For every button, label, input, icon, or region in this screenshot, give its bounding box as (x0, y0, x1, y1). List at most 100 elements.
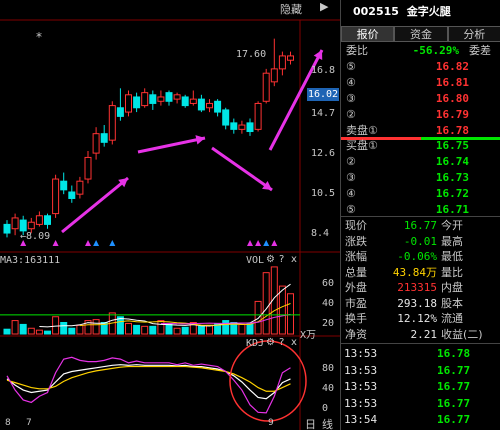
sell-price: 16.82 (435, 60, 469, 73)
info-label-2: 今开 (441, 219, 463, 232)
vol-unit-label: X万 (300, 330, 317, 341)
volume-bar (141, 325, 149, 335)
kdj-axis-label: 80 (322, 363, 335, 374)
tab-quote[interactable]: 报价 (341, 26, 395, 42)
vol-axis-label: 60 (322, 278, 335, 289)
info-label-2: 内盘 (441, 281, 463, 294)
info-value: 16.77 (403, 219, 437, 232)
sell-price: 16.79 (435, 108, 469, 121)
quote-info-row: 总量 43.84万 量比 (341, 265, 500, 280)
buy-price: 16.74 (435, 155, 469, 168)
candle-body (222, 109, 230, 126)
gear-icon[interactable]: ⚙ (266, 254, 275, 265)
volume-bar (44, 330, 51, 335)
kdj-indicator-label[interactable]: KDJ (246, 338, 264, 349)
signal-marker (271, 240, 278, 246)
price-axis-label: 14.7 (311, 108, 336, 119)
info-label: 涨跌 (345, 234, 367, 248)
volume-bar (246, 322, 254, 335)
low-price-label: ←8.09 (20, 231, 51, 242)
stock-header: 002515 金字火腿 (341, 0, 500, 24)
sell-row[interactable]: ③ 16.80 (341, 91, 500, 107)
info-value: 213315 (397, 281, 437, 294)
tick-price: 16.77 (437, 363, 471, 377)
info-value: 43.84万 (392, 265, 437, 279)
signal-marker (255, 240, 262, 246)
candle-body (238, 124, 246, 130)
period-day-button[interactable]: 日 (305, 416, 316, 430)
close-icon[interactable]: x (291, 337, 297, 348)
volume-bar (92, 319, 100, 335)
quote-info-row: 市盈 293.18 股本 (341, 296, 500, 311)
signal-marker (109, 240, 116, 246)
quote-info-row: 外盘 213315 内盘 (341, 280, 500, 295)
buy-row[interactable]: ② 16.74 (341, 154, 500, 170)
period-line-button[interactable]: 线 (322, 416, 333, 430)
quote-info-row: 换手 12.12% 流通 (341, 311, 500, 326)
vol-axis-label: 20 (322, 318, 335, 329)
close-icon[interactable]: x (291, 254, 297, 265)
hide-button[interactable]: 隐藏 (280, 1, 302, 17)
stock-code: 002515 (353, 5, 399, 18)
info-label: 外盘 (345, 281, 367, 294)
vol-indicator-label[interactable]: VOL (246, 255, 264, 266)
candle-body (165, 92, 173, 102)
volume-bar (238, 323, 246, 335)
candle-body (189, 98, 197, 104)
volume-bar (173, 327, 181, 335)
price-axis-label: 10.5 (311, 188, 336, 199)
candle-body (11, 217, 19, 230)
candle-body (157, 96, 165, 102)
info-value: -0.06% (397, 250, 437, 263)
tab-funds[interactable]: 资金 (394, 26, 448, 42)
candle-body (19, 219, 27, 232)
volume-bar (149, 325, 157, 335)
date-tick: 9 (268, 418, 274, 428)
buy-level-label: ④ (346, 187, 356, 200)
info-label: 换手 (345, 312, 367, 325)
candle-body (35, 215, 43, 225)
sell-row[interactable]: ② 16.79 (341, 107, 500, 123)
date-tick: 7 (26, 418, 32, 428)
tab-analysis[interactable]: 分析 (447, 26, 500, 42)
volume-bar (27, 327, 35, 335)
candle-body (27, 221, 35, 230)
sell-row[interactable]: ⑤ 16.82 (341, 59, 500, 75)
quote-tabs: 报价 资金 分析 (341, 26, 500, 42)
kdj-axis-label: 0 (322, 403, 329, 414)
help-icon[interactable]: ? (279, 254, 284, 265)
chevron-right-icon[interactable]: ▶ (320, 0, 328, 13)
chart-canvas[interactable] (0, 0, 340, 430)
candle-body (3, 223, 11, 234)
help-icon[interactable]: ? (279, 337, 284, 348)
kline-chart-panel[interactable]: 隐藏 ▶ * 17.60 ←8.09 16.8 16.02 14.7 12.6 … (0, 0, 340, 430)
buy-row[interactable]: 买盘① 16.75 (341, 138, 500, 154)
volume-bar (165, 323, 173, 335)
volume-bar (52, 316, 60, 335)
tick-row: 13:53 16.77 (341, 379, 500, 395)
annotation-arrow (137, 136, 206, 154)
candle-body (278, 55, 286, 70)
quote-info-row: 净资 2.21 收益(二) (341, 327, 500, 342)
info-label-2: 最低 (441, 250, 463, 263)
info-label-2: 最高 (441, 234, 463, 248)
tick-time: 13:53 (344, 396, 378, 410)
current-price-tag: 16.02 (307, 88, 339, 101)
buy-row[interactable]: ③ 16.73 (341, 170, 500, 186)
gear-icon[interactable]: ⚙ (266, 337, 275, 348)
buy-row[interactable]: ④ 16.72 (341, 186, 500, 202)
candle-body (133, 96, 141, 109)
candle-body (108, 105, 116, 141)
candle-body (92, 133, 100, 154)
sell-row[interactable]: ④ 16.81 (341, 75, 500, 91)
tick-time: 13:53 (344, 363, 378, 377)
volume-bar (262, 272, 270, 335)
buy-level-label: 买盘① (346, 139, 378, 152)
volume-bar (11, 320, 19, 335)
tick-price: 16.77 (437, 396, 471, 410)
candle-body (68, 191, 76, 199)
volume-bar (206, 324, 213, 335)
candle-body (246, 122, 254, 133)
candle-body (287, 55, 294, 61)
weibi-row: 委比 -56.29% 委差 (341, 43, 500, 59)
